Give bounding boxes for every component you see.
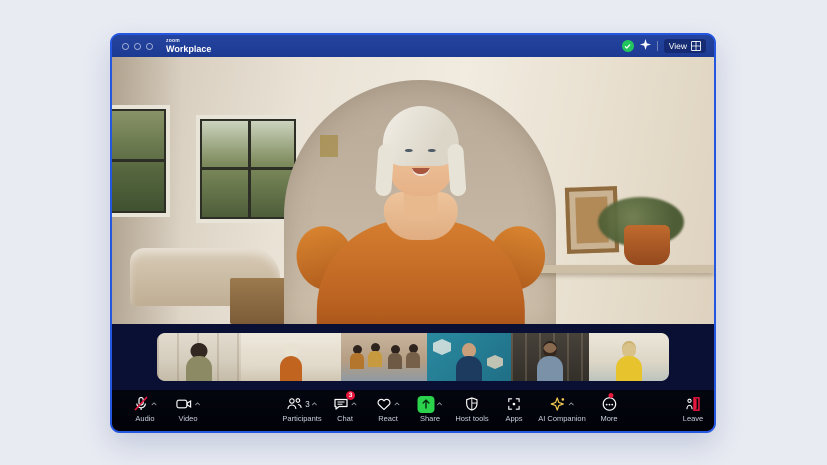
more-label: More bbox=[600, 414, 617, 423]
apps-icon bbox=[506, 396, 521, 412]
chat-label: Chat bbox=[333, 414, 357, 423]
muted-mic-icon bbox=[133, 396, 149, 412]
participants-label: Participants bbox=[282, 414, 321, 423]
host-tools-label: Host tools bbox=[455, 414, 488, 423]
participant-thumbnail-4[interactable] bbox=[427, 333, 511, 381]
participants-button[interactable]: 3 Participants bbox=[282, 395, 321, 423]
side-shelf bbox=[524, 265, 714, 273]
titlebar-right-cluster: View bbox=[622, 35, 706, 57]
window-controls bbox=[122, 43, 153, 50]
leave-door-icon bbox=[685, 396, 702, 412]
participant-thumbnail-6[interactable] bbox=[589, 333, 669, 381]
participant-filmstrip bbox=[157, 333, 669, 381]
grid-view-icon bbox=[691, 41, 701, 51]
view-button[interactable]: View bbox=[664, 39, 706, 53]
eye-right bbox=[428, 149, 436, 153]
leave-label: Leave bbox=[683, 414, 703, 423]
react-button[interactable]: React bbox=[376, 395, 400, 423]
participant-thumbnail-3[interactable] bbox=[341, 333, 427, 381]
share-label: Share bbox=[418, 414, 443, 423]
camera-icon bbox=[176, 396, 193, 412]
hair-side-left bbox=[375, 144, 395, 197]
participant-thumbnail-1[interactable] bbox=[157, 333, 241, 381]
react-label: React bbox=[376, 414, 400, 423]
share-screen-icon bbox=[418, 396, 435, 413]
zoom-logo: zoom bbox=[166, 39, 211, 44]
audio-chevron-icon[interactable] bbox=[151, 401, 157, 407]
window-control-minimize[interactable] bbox=[134, 43, 141, 50]
app-brand: zoom Workplace bbox=[166, 39, 211, 54]
react-chevron-icon[interactable] bbox=[394, 401, 400, 407]
shield-icon bbox=[464, 396, 479, 412]
speaker-figure bbox=[291, 92, 551, 324]
chat-badge: 3 bbox=[346, 391, 355, 400]
host-tools-button[interactable]: Host tools bbox=[455, 395, 488, 423]
participants-chevron-icon[interactable] bbox=[312, 401, 318, 407]
participant-thumbnail-2[interactable] bbox=[241, 333, 341, 381]
ai-chevron-icon[interactable] bbox=[569, 401, 575, 407]
more-icon bbox=[601, 396, 617, 412]
video-chevron-icon[interactable] bbox=[195, 401, 201, 407]
ai-companion-icon bbox=[550, 396, 567, 412]
audio-button[interactable]: Audio bbox=[133, 395, 157, 423]
meeting-toolbar: Audio Video bbox=[112, 390, 714, 431]
eye-left bbox=[405, 149, 413, 153]
view-button-label: View bbox=[669, 41, 687, 51]
ai-sparkle-icon[interactable] bbox=[640, 37, 651, 55]
participants-icon bbox=[286, 396, 302, 412]
security-shield-icon[interactable] bbox=[622, 40, 634, 52]
hair-side-right bbox=[447, 144, 467, 197]
titlebar-divider bbox=[657, 41, 658, 51]
video-label: Video bbox=[176, 414, 201, 423]
chat-button[interactable]: 3 Chat bbox=[333, 395, 357, 423]
zoom-meeting-window: zoom Workplace View bbox=[110, 33, 716, 433]
room-window-left bbox=[112, 105, 170, 217]
participant-thumbnail-5[interactable] bbox=[511, 333, 589, 381]
video-button[interactable]: Video bbox=[176, 395, 201, 423]
share-button[interactable]: Share bbox=[418, 395, 443, 423]
active-speaker-video bbox=[112, 57, 714, 324]
leave-button[interactable]: Leave bbox=[683, 395, 703, 423]
chat-chevron-icon[interactable] bbox=[351, 401, 357, 407]
ai-companion-label: AI Companion bbox=[538, 414, 586, 423]
window-control-close[interactable] bbox=[122, 43, 129, 50]
desktop-background: zoom Workplace View bbox=[0, 0, 827, 465]
window-control-zoom[interactable] bbox=[146, 43, 153, 50]
share-chevron-icon[interactable] bbox=[437, 401, 443, 407]
audio-label: Audio bbox=[133, 414, 157, 423]
heart-icon bbox=[376, 396, 392, 412]
filmstrip-band bbox=[112, 324, 714, 390]
titlebar: zoom Workplace View bbox=[112, 35, 714, 57]
plant-pot bbox=[624, 225, 670, 265]
more-button[interactable]: More bbox=[600, 395, 617, 423]
ai-companion-button[interactable]: AI Companion bbox=[538, 395, 586, 423]
participants-count: 3 bbox=[305, 400, 309, 409]
apps-label: Apps bbox=[505, 414, 522, 423]
apps-button[interactable]: Apps bbox=[505, 395, 522, 423]
workplace-title: Workplace bbox=[166, 45, 211, 54]
